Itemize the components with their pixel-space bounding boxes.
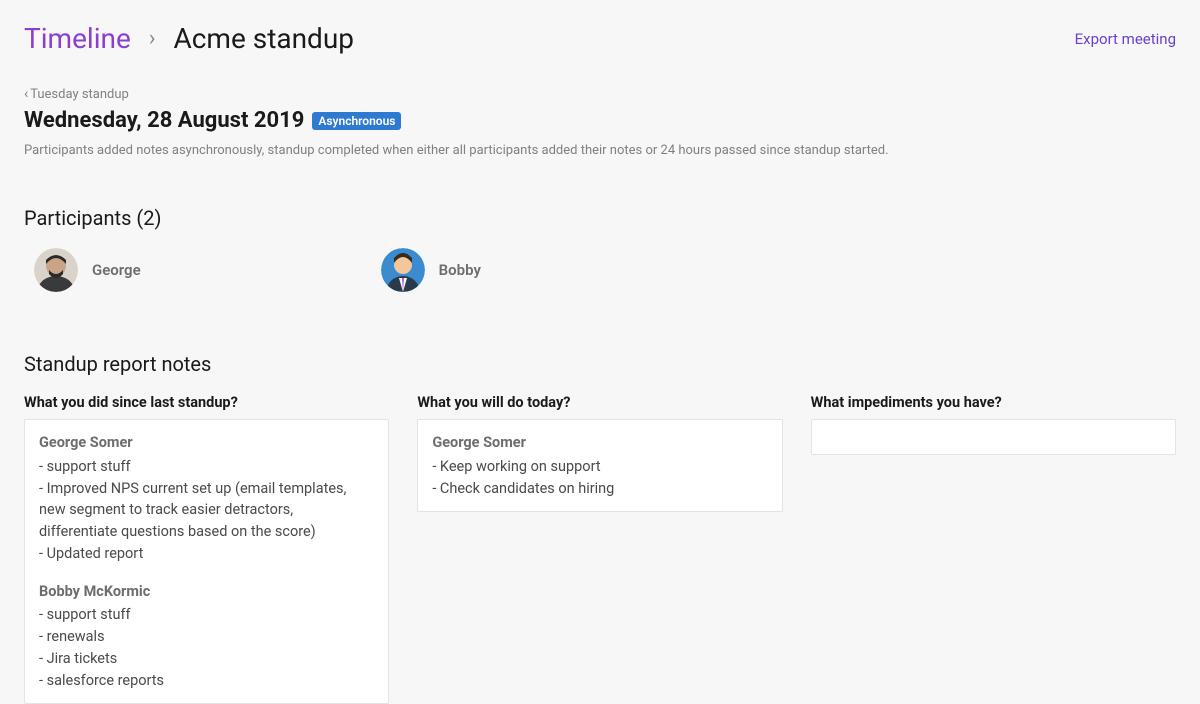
- participant-name: Bobby: [439, 261, 481, 279]
- entry-line: - Updated report: [39, 543, 374, 565]
- note-entry: George Somer- Keep working on support- C…: [432, 432, 767, 499]
- entry-author: Bobby McKormic: [39, 581, 374, 603]
- meeting-description: Participants added notes asynchronously,…: [24, 143, 1176, 158]
- notes-heading: Standup report notes: [24, 352, 1176, 376]
- participant-bobby: Bobby: [381, 248, 481, 292]
- chevron-left-icon: ‹: [24, 86, 28, 102]
- col-heading: What you will do today?: [417, 394, 782, 411]
- note-box: George Somer- support stuff- Improved NP…: [24, 419, 389, 704]
- entry-line: - Jira tickets: [39, 648, 374, 670]
- entry-line: - support stuff: [39, 604, 374, 626]
- entry-line: - support stuff: [39, 456, 374, 478]
- participants-list: George Bobby: [24, 248, 1176, 292]
- breadcrumb: Timeline › Acme standup: [24, 22, 354, 55]
- date-row: Wednesday, 28 August 2019 Asynchronous: [24, 108, 1176, 133]
- avatar: [381, 248, 425, 292]
- note-entry: George Somer- support stuff- Improved NP…: [39, 432, 374, 565]
- participant-george: George: [34, 248, 141, 292]
- notes-columns: What you did since last standup? George …: [24, 394, 1176, 704]
- note-box: [811, 419, 1176, 455]
- entry-line: - Check candidates on hiring: [432, 478, 767, 500]
- entry-author: George Somer: [432, 432, 767, 454]
- col-heading: What impediments you have?: [811, 394, 1176, 411]
- avatar: [34, 248, 78, 292]
- entry-line: - Keep working on support: [432, 456, 767, 478]
- breadcrumb-current: Acme standup: [173, 22, 354, 55]
- col-will: What you will do today? George Somer- Ke…: [417, 394, 782, 704]
- participant-name: George: [92, 261, 141, 279]
- col-impediments: What impediments you have?: [811, 394, 1176, 704]
- timeline-link[interactable]: Timeline: [24, 22, 131, 55]
- entry-line: - Improved NPS current set up (email tem…: [39, 478, 374, 543]
- entry-line: - salesforce reports: [39, 670, 374, 692]
- export-meeting-link[interactable]: Export meeting: [1075, 30, 1176, 48]
- col-heading: What you did since last standup?: [24, 394, 389, 411]
- note-box: George Somer- Keep working on support- C…: [417, 419, 782, 512]
- back-link[interactable]: ‹ Tuesday standup: [24, 86, 129, 102]
- chevron-right-icon: ›: [149, 26, 156, 51]
- entry-line: - renewals: [39, 626, 374, 648]
- back-link-label: Tuesday standup: [30, 87, 129, 102]
- header: Timeline › Acme standup Export meeting: [24, 22, 1176, 55]
- col-did: What you did since last standup? George …: [24, 394, 389, 704]
- meeting-date: Wednesday, 28 August 2019: [24, 108, 304, 133]
- participants-heading: Participants (2): [24, 206, 1176, 230]
- note-entry: Bobby McKormic- support stuff- renewals-…: [39, 581, 374, 692]
- async-badge: Asynchronous: [312, 112, 401, 130]
- entry-author: George Somer: [39, 432, 374, 454]
